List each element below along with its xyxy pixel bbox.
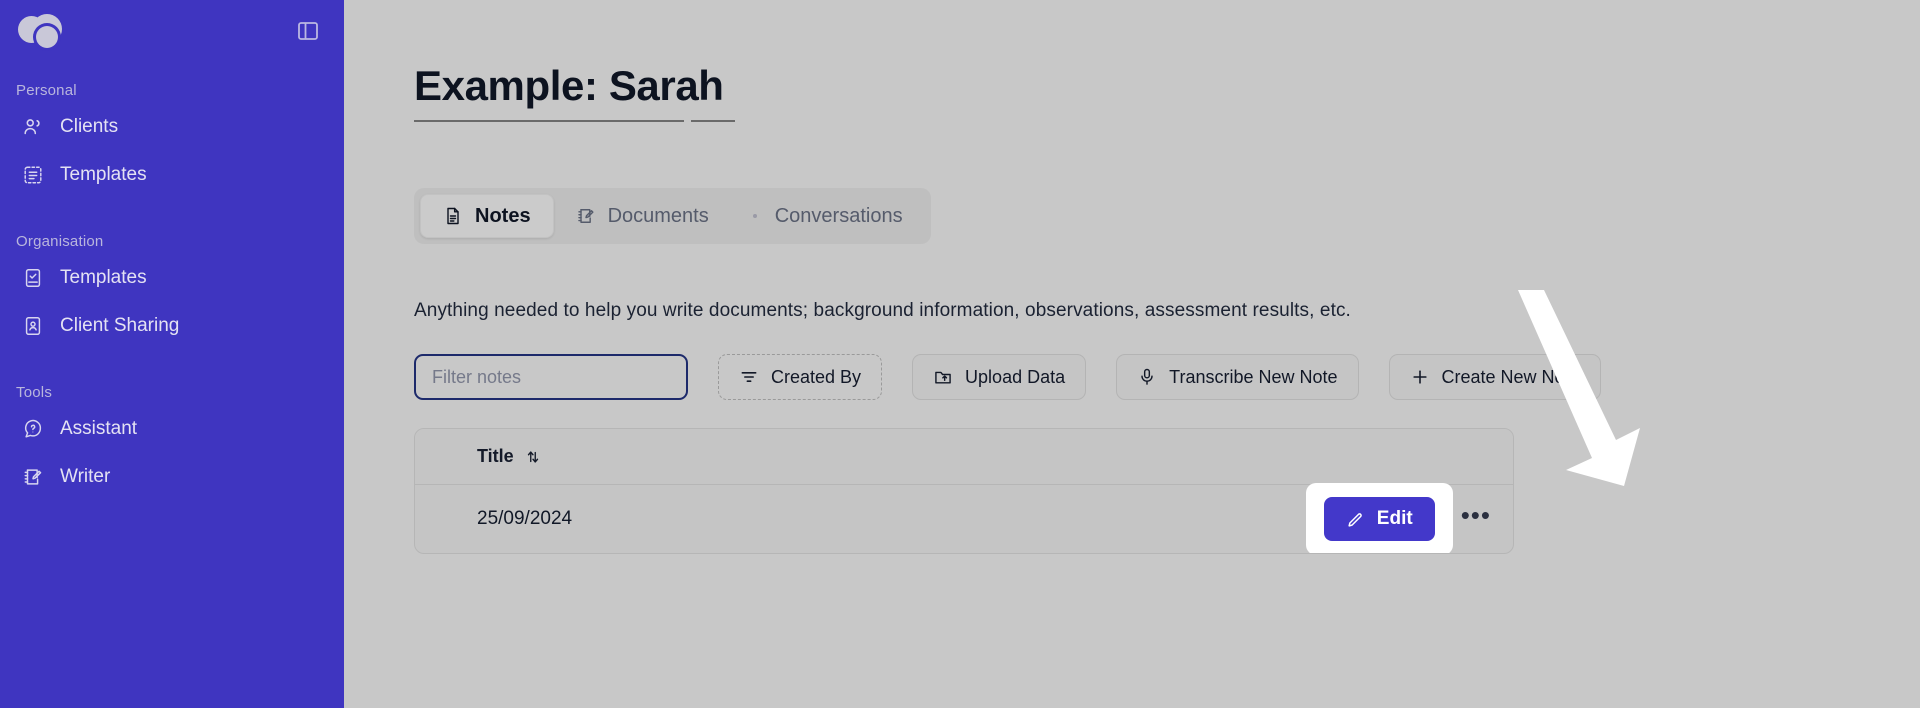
tab-documents[interactable]: Documents (554, 194, 731, 238)
app-root: Personal Clients (0, 0, 1920, 708)
notes-table: Title 25/09/2024 (414, 428, 1514, 554)
sidebar-item-label: Writer (60, 466, 110, 488)
sidebar-item-client-sharing[interactable]: Client Sharing (0, 302, 344, 350)
sidebar-item-templates-personal[interactable]: Templates (0, 151, 344, 199)
dot-icon (753, 214, 757, 218)
transcribe-label: Transcribe New Note (1169, 367, 1337, 388)
sidebar-item-label: Templates (60, 267, 147, 289)
upload-data-label: Upload Data (965, 367, 1065, 388)
tab-label: Documents (608, 205, 709, 228)
sidebar: Personal Clients (0, 0, 344, 708)
sidebar-collapse-icon[interactable] (296, 19, 320, 43)
list-dashed-icon (22, 164, 44, 186)
tab-notes[interactable]: Notes (420, 194, 554, 238)
sidebar-item-label: Templates (60, 164, 147, 186)
sidebar-item-label: Clients (60, 116, 118, 138)
edit-label: Edit (1377, 508, 1413, 530)
tab-conversations[interactable]: Conversations (731, 194, 925, 238)
sidebar-group-tools: Tools Assistant (0, 384, 344, 501)
column-header-title[interactable]: Title (477, 446, 542, 467)
upload-folder-icon (933, 367, 953, 387)
sidebar-item-assistant[interactable]: Assistant (0, 405, 344, 453)
sidebar-item-templates-org[interactable]: Templates (0, 254, 344, 302)
main-content: Example: Sarah Notes (344, 0, 1920, 708)
plus-icon (1410, 367, 1430, 387)
sidebar-group-personal: Personal Clients (0, 82, 344, 199)
sidebar-group-label-personal: Personal (0, 82, 344, 99)
filter-notes-input[interactable] (414, 354, 688, 400)
sidebar-group-label-tools: Tools (0, 384, 344, 401)
sidebar-item-label: Client Sharing (60, 315, 179, 337)
create-note-label: Create New Note (1442, 367, 1580, 388)
tab-bar: Notes Documents (414, 188, 931, 244)
microphone-icon (1137, 367, 1157, 387)
page-title: Example: Sarah (414, 62, 724, 110)
notebook-pencil-icon (576, 206, 596, 226)
app-logo[interactable] (18, 14, 62, 48)
created-by-label: Created By (771, 367, 861, 388)
checked-document-icon (22, 267, 44, 289)
contact-card-icon (22, 315, 44, 337)
cell-title: 25/09/2024 (477, 508, 1324, 530)
notes-toolbar: Created By Upload Data (414, 354, 1920, 400)
table-header: Title (415, 429, 1513, 485)
filter-lines-icon (739, 367, 759, 387)
tab-label: Conversations (775, 205, 903, 228)
chat-question-icon (22, 418, 44, 440)
sidebar-item-writer[interactable]: Writer (0, 453, 344, 501)
notebook-pencil-icon (22, 466, 44, 488)
ellipsis-icon[interactable]: ••• (1461, 510, 1491, 528)
edit-button[interactable]: Edit (1324, 497, 1435, 541)
section-description: Anything needed to help you write docume… (414, 300, 1920, 322)
create-new-note-button[interactable]: Create New Note (1389, 354, 1601, 400)
sidebar-item-clients[interactable]: Clients (0, 103, 344, 151)
sidebar-group-organisation: Organisation Templates (0, 233, 344, 350)
pencil-icon (1346, 510, 1365, 529)
sort-arrows-icon[interactable] (524, 448, 542, 466)
transcribe-new-note-button[interactable]: Transcribe New Note (1116, 354, 1358, 400)
sidebar-group-label-organisation: Organisation (0, 233, 344, 250)
document-lines-icon (443, 206, 463, 226)
created-by-button[interactable]: Created By (718, 354, 882, 400)
upload-data-button[interactable]: Upload Data (912, 354, 1086, 400)
sidebar-header (0, 0, 344, 62)
title-underline (414, 116, 736, 130)
table-row[interactable]: 25/09/2024 Edit ••• (415, 485, 1513, 553)
row-actions: Edit ••• (1324, 497, 1513, 541)
users-icon (22, 116, 44, 138)
tab-label: Notes (475, 205, 531, 228)
column-header-label: Title (477, 446, 514, 467)
sidebar-item-label: Assistant (60, 418, 137, 440)
